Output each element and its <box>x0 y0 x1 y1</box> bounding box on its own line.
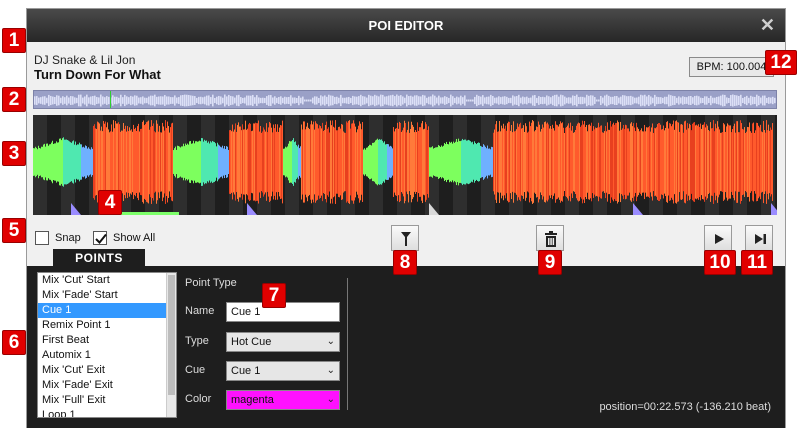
color-dropdown[interactable]: magenta ⌄ <box>226 390 340 410</box>
points-list[interactable]: Mix 'Cut' Start Mix 'Fade' Start Cue 1 Remi… <box>37 272 177 418</box>
play-button[interactable] <box>704 225 732 251</box>
waveform-overview[interactable] <box>33 90 777 109</box>
point-type-heading: Point Type <box>185 277 237 289</box>
cue-label: Cue <box>185 364 206 376</box>
list-item[interactable]: Remix Point 1 <box>38 318 166 333</box>
poi-editor-window: POI EDITOR ✕ DJ Snake & Lil Jon Turn Dow… <box>26 8 786 428</box>
show-all-checkbox[interactable] <box>93 231 107 245</box>
callout-7: 7 <box>262 283 286 308</box>
tab-points[interactable]: POINTS <box>53 249 145 267</box>
chevron-down-icon: ⌄ <box>326 394 335 405</box>
list-item[interactable]: Automix 1 <box>38 348 166 363</box>
position-readout: position=00:22.573 (-136.210 beat) <box>599 401 771 413</box>
callout-12: 12 <box>765 50 797 75</box>
list-item[interactable]: Mix 'Fade' Start <box>38 288 166 303</box>
points-panel: Mix 'Cut' Start Mix 'Fade' Start Cue 1 Remi… <box>27 266 785 428</box>
cue-dropdown[interactable]: Cue 1 ⌄ <box>226 361 340 381</box>
type-label: Type <box>185 335 209 347</box>
checkmark-icon <box>95 233 107 244</box>
screenshot-frame: POI EDITOR ✕ DJ Snake & Lil Jon Turn Dow… <box>0 0 800 434</box>
snap-checkbox[interactable] <box>35 231 49 245</box>
list-item[interactable]: Mix 'Cut' Start <box>38 273 166 288</box>
snap-label: Snap <box>55 232 81 244</box>
callout-10: 10 <box>704 250 736 275</box>
callout-5: 5 <box>2 218 26 243</box>
window-title: POI EDITOR <box>368 18 444 33</box>
points-list-items: Mix 'Cut' Start Mix 'Fade' Start Cue 1 Remi… <box>38 273 176 417</box>
close-icon[interactable]: ✕ <box>760 9 775 42</box>
track-title: Turn Down For What <box>34 67 161 82</box>
overview-playhead <box>110 91 111 108</box>
list-item[interactable]: Mix 'Cut' Exit <box>38 363 166 378</box>
panel-divider <box>347 278 348 410</box>
list-item[interactable]: Mix 'Full' Exit <box>38 393 166 408</box>
add-marker-button[interactable] <box>391 225 419 251</box>
callout-4: 4 <box>98 190 122 215</box>
name-label: Name <box>185 305 215 317</box>
callout-11: 11 <box>741 250 773 275</box>
chevron-down-icon: ⌄ <box>326 336 335 347</box>
callout-6: 6 <box>2 330 26 355</box>
list-item[interactable]: Cue 1 <box>38 303 166 318</box>
callout-1: 1 <box>2 28 26 53</box>
cue-value: Cue 1 <box>231 365 261 377</box>
bpm-display: BPM: 100.004 <box>689 57 774 77</box>
list-item[interactable]: Mix 'Fade' Exit <box>38 378 166 393</box>
type-dropdown[interactable]: Hot Cue ⌄ <box>226 332 340 352</box>
callout-2: 2 <box>2 87 26 112</box>
callout-9: 9 <box>538 250 562 275</box>
waveform-detail[interactable] <box>33 115 777 215</box>
waveform-icon <box>33 115 777 215</box>
points-list-scrollbar[interactable] <box>166 273 176 417</box>
delete-point-button[interactable] <box>536 225 564 251</box>
title-bar: POI EDITOR ✕ <box>27 9 785 42</box>
color-label: Color <box>185 393 212 405</box>
overview-wave-icon <box>34 94 776 107</box>
track-artist: DJ Snake & Lil Jon <box>34 53 136 67</box>
chevron-down-icon: ⌄ <box>326 365 335 376</box>
control-row: Snap Show All <box>27 221 785 251</box>
callout-8: 8 <box>393 250 417 275</box>
scrollbar-thumb[interactable] <box>168 275 175 395</box>
play-next-button[interactable] <box>745 225 773 251</box>
show-all-label: Show All <box>113 232 156 244</box>
color-value: magenta <box>231 394 274 406</box>
list-item[interactable]: Loop 1 <box>38 408 166 417</box>
list-item[interactable]: First Beat <box>38 333 166 348</box>
type-value: Hot Cue <box>231 336 272 348</box>
callout-3: 3 <box>2 141 26 166</box>
